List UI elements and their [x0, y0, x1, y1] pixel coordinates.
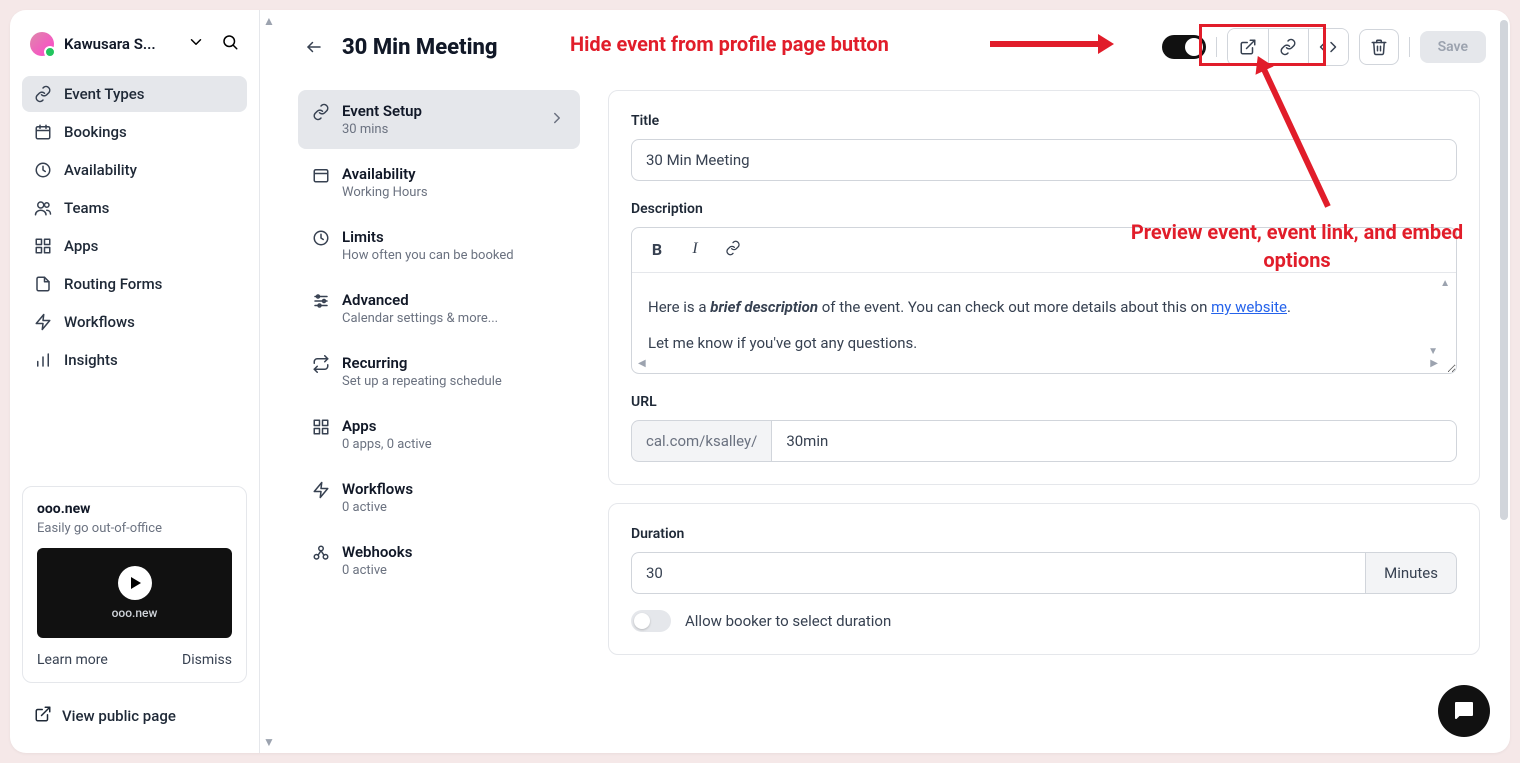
title-input[interactable] — [631, 139, 1457, 181]
promo-card: ooo.new Easily go out-of-office ooo.new … — [22, 486, 247, 683]
description-label: Description — [631, 201, 1457, 217]
title-label: Title — [631, 113, 1457, 129]
subnav-workflows[interactable]: Workflows0 active — [298, 468, 580, 527]
main-panel: 30 Min Meeting Save Event Setup30 mins — [278, 10, 1510, 753]
nav: Event Types Bookings Availability Teams … — [22, 76, 247, 378]
chevron-down-icon — [187, 33, 205, 55]
zap-icon — [34, 313, 52, 331]
clock-icon — [312, 229, 330, 247]
avatar — [30, 32, 54, 56]
subnav-apps[interactable]: Apps0 apps, 0 active — [298, 405, 580, 464]
separator — [1409, 37, 1410, 57]
nav-workflows[interactable]: Workflows — [22, 304, 247, 340]
description-body[interactable]: Here is a brief description of the event… — [632, 273, 1456, 373]
back-button[interactable] — [302, 35, 326, 59]
topbar: 30 Min Meeting Save — [278, 10, 1510, 76]
promo-title: ooo.new — [37, 501, 232, 517]
subnav-limits[interactable]: LimitsHow often you can be booked — [298, 216, 580, 275]
duration-label: Duration — [631, 526, 1457, 542]
subnav-webhooks[interactable]: Webhooks0 active — [298, 531, 580, 590]
promo-subtitle: Easily go out-of-office — [37, 521, 232, 536]
external-link-icon — [34, 705, 52, 727]
annotation-arrow-1 — [990, 41, 1100, 47]
nav-bookings[interactable]: Bookings — [22, 114, 247, 150]
subnav-advanced[interactable]: AdvancedCalendar settings & more... — [298, 279, 580, 338]
subnav-availability[interactable]: AvailabilityWorking Hours — [298, 153, 580, 212]
copy-link-button[interactable] — [1268, 29, 1308, 65]
user-menu[interactable]: Kawusara S... — [22, 26, 247, 62]
settings-subnav: Event Setup30 mins AvailabilityWorking H… — [286, 90, 584, 743]
caret-up-icon: ▲ — [263, 14, 275, 28]
duration-unit: Minutes — [1365, 552, 1457, 594]
action-group — [1227, 28, 1349, 66]
clock-icon — [34, 161, 52, 179]
nav-event-types[interactable]: Event Types — [22, 76, 247, 112]
nav-apps[interactable]: Apps — [22, 228, 247, 264]
triangle-right-icon: ▶ — [1430, 358, 1438, 369]
visibility-toggle[interactable] — [1162, 35, 1206, 59]
italic-button[interactable]: I — [686, 240, 704, 260]
allow-select-duration-toggle[interactable] — [631, 610, 671, 632]
form-area: Title Description B I Here is — [608, 90, 1486, 743]
chat-fab[interactable] — [1438, 685, 1490, 737]
embed-button[interactable] — [1308, 29, 1348, 65]
users-icon — [34, 199, 52, 217]
nav-routing-forms[interactable]: Routing Forms — [22, 266, 247, 302]
url-prefix: cal.com/ksalley/ — [631, 420, 771, 462]
promo-video-label: ooo.new — [112, 606, 158, 620]
sliders-icon — [312, 292, 330, 310]
user-name: Kawusara S... — [64, 35, 177, 53]
save-button[interactable]: Save — [1420, 31, 1486, 63]
grid-icon — [312, 418, 330, 436]
page-title: 30 Min Meeting — [342, 35, 498, 60]
triangle-down-icon: ▼ — [1428, 346, 1438, 357]
subnav-recurring[interactable]: RecurringSet up a repeating schedule — [298, 342, 580, 401]
promo-learn-more[interactable]: Learn more — [37, 652, 108, 668]
sidebar-resize-handle[interactable]: ▲ ▼ — [260, 10, 278, 753]
grid-icon — [34, 237, 52, 255]
triangle-left-icon: ◀ — [638, 358, 646, 369]
duration-input[interactable] — [631, 552, 1365, 594]
repeat-icon — [312, 355, 330, 373]
description-editor: B I Here is a brief description of the e… — [631, 227, 1457, 374]
desc-link[interactable]: my website — [1211, 298, 1287, 316]
promo-dismiss[interactable]: Dismiss — [182, 652, 232, 668]
allow-select-duration-label: Allow booker to select duration — [685, 612, 891, 630]
view-public-page[interactable]: View public page — [22, 695, 247, 737]
search-icon[interactable] — [221, 33, 239, 55]
calendar-icon — [312, 166, 330, 184]
nav-availability[interactable]: Availability — [22, 152, 247, 188]
file-icon — [34, 275, 52, 293]
nav-teams[interactable]: Teams — [22, 190, 247, 226]
calendar-icon — [34, 123, 52, 141]
chevron-right-icon — [548, 109, 566, 131]
bold-button[interactable]: B — [648, 240, 666, 260]
play-icon — [118, 566, 152, 600]
promo-video[interactable]: ooo.new — [37, 548, 232, 638]
chart-icon — [34, 351, 52, 369]
caret-down-icon: ▼ — [263, 735, 275, 749]
nav-insights[interactable]: Insights — [22, 342, 247, 378]
url-label: URL — [631, 394, 1457, 410]
card-main: Title Description B I Here is — [608, 90, 1480, 485]
url-input[interactable] — [771, 420, 1457, 462]
scrollbar[interactable] — [1498, 20, 1508, 743]
triangle-up-icon: ▲ — [1440, 278, 1450, 289]
delete-button[interactable] — [1359, 29, 1399, 65]
card-duration: Duration Minutes Allow booker to select … — [608, 503, 1480, 655]
link-icon — [312, 103, 330, 121]
webhook-icon — [312, 544, 330, 562]
zap-icon — [312, 481, 330, 499]
link-button[interactable] — [724, 240, 742, 260]
subnav-event-setup[interactable]: Event Setup30 mins — [298, 90, 580, 149]
link-icon — [34, 85, 52, 103]
separator — [1216, 37, 1217, 57]
sidebar: Kawusara S... Event Types Bookings Avail… — [10, 10, 260, 753]
